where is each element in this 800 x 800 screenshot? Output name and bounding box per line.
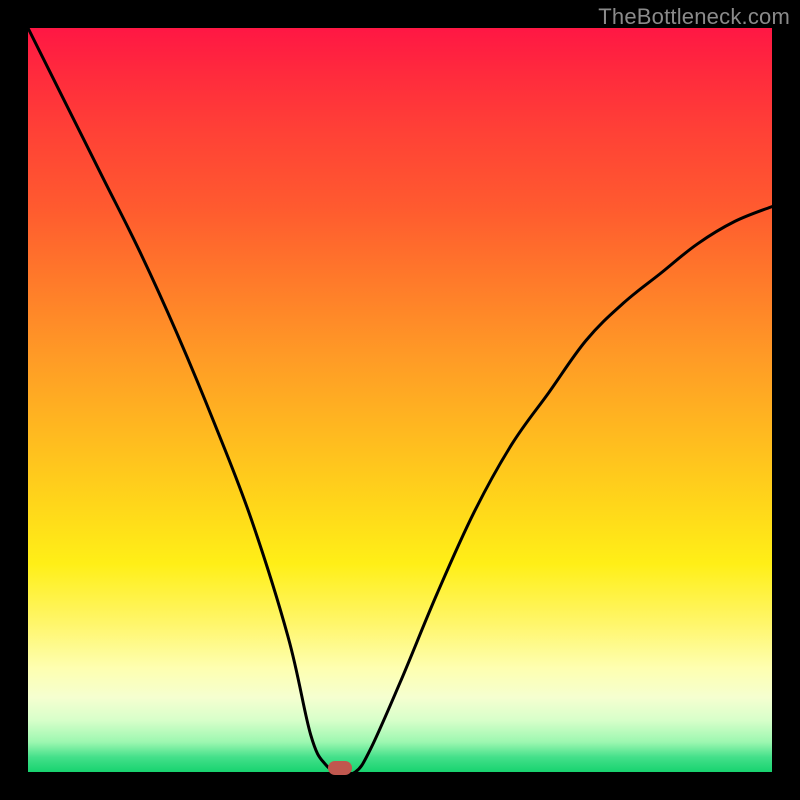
bottleneck-curve [28, 28, 772, 774]
plot-area [28, 28, 772, 772]
min-marker [328, 761, 352, 775]
chart-frame: TheBottleneck.com [0, 0, 800, 800]
watermark-text: TheBottleneck.com [598, 4, 790, 30]
curve-svg [28, 28, 772, 772]
